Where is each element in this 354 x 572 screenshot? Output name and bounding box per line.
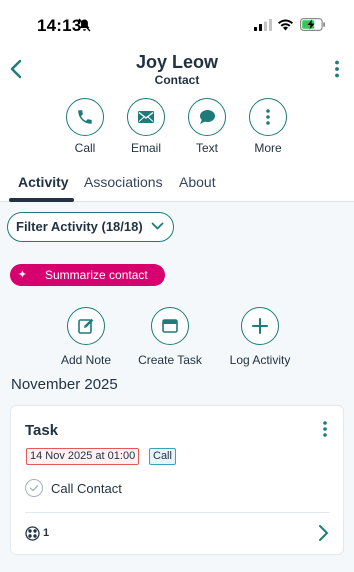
contact-name: Joy Leow: [135, 52, 219, 72]
battery-charging-icon: [300, 18, 325, 31]
more-options-icon[interactable]: [330, 59, 344, 79]
text-circle[interactable]: [188, 98, 226, 136]
signal-icon: [254, 19, 272, 31]
contact-actions: Call Email Text More: [0, 98, 354, 156]
more-circle[interactable]: [249, 98, 287, 136]
chevron-right-icon[interactable]: [317, 524, 329, 542]
association-icon: [25, 526, 40, 541]
tab-associations[interactable]: Associations: [84, 174, 163, 190]
contact-type: Contact: [154, 73, 200, 87]
phone-icon: [78, 110, 92, 124]
task-name: Call Contact: [51, 481, 122, 496]
wifi-icon: [278, 19, 293, 31]
tab-bar: Activity Associations About: [0, 168, 354, 202]
due-date-badge: 14 Nov 2025 at 01:00: [26, 448, 140, 465]
sparkle-icon: ✦: [17, 269, 27, 281]
tab-activity[interactable]: Activity: [18, 174, 69, 190]
email-button[interactable]: Email: [116, 98, 176, 155]
summarize-label: Summarize contact: [45, 268, 148, 282]
edit-note-icon: [78, 318, 94, 334]
add-note-label: Add Note: [60, 353, 112, 367]
create-task-circle[interactable]: [151, 307, 189, 345]
create-task-button[interactable]: Create Task: [130, 307, 210, 367]
card-more-options-icon[interactable]: [320, 420, 330, 438]
task-complete-checkbox[interactable]: [25, 479, 43, 497]
contact-header: Joy Leow Contact: [0, 44, 354, 92]
task-type-badge: Call: [149, 448, 176, 465]
summarize-contact-button[interactable]: ✦ Summarize contact: [10, 264, 165, 286]
tab-about[interactable]: About: [179, 174, 216, 190]
chat-icon: [200, 110, 215, 124]
create-task-label: Create Task: [138, 353, 202, 367]
task-card-title: Task: [25, 422, 59, 439]
task-icon: [162, 319, 178, 333]
call-circle[interactable]: [66, 98, 104, 136]
log-activity-button[interactable]: Log Activity: [220, 307, 300, 367]
call-button[interactable]: Call: [55, 98, 115, 155]
card-divider: [25, 512, 330, 513]
log-activity-circle[interactable]: [241, 307, 279, 345]
plus-icon: [252, 318, 268, 334]
more-label: More: [254, 141, 282, 155]
filter-activity-button[interactable]: Filter Activity (18/18): [7, 212, 174, 242]
call-label: Call: [74, 141, 96, 155]
bell-muted-icon: [78, 18, 91, 32]
email-icon: [138, 111, 154, 123]
month-heading: November 2025: [11, 376, 118, 393]
check-icon: [29, 485, 39, 492]
more-button[interactable]: More: [238, 98, 298, 155]
status-bar: 14:13: [0, 0, 354, 44]
text-label: Text: [195, 141, 218, 155]
email-label: Email: [130, 141, 161, 155]
activity-content: Filter Activity (18/18) ✦ Summarize cont…: [0, 202, 354, 572]
association-count: 1: [43, 527, 50, 539]
add-note-circle[interactable]: [67, 307, 105, 345]
email-circle[interactable]: [127, 98, 165, 136]
add-note-button[interactable]: Add Note: [46, 307, 126, 367]
chevron-down-icon: [151, 222, 164, 230]
more-vertical-icon: [266, 109, 270, 125]
log-activity-label: Log Activity: [229, 353, 291, 367]
filter-activity-label: Filter Activity (18/18): [16, 219, 143, 234]
status-time: 14:13: [37, 16, 82, 35]
task-card[interactable]: Task 14 Nov 2025 at 01:00 Call Call Cont…: [10, 405, 344, 555]
text-button[interactable]: Text: [177, 98, 237, 155]
